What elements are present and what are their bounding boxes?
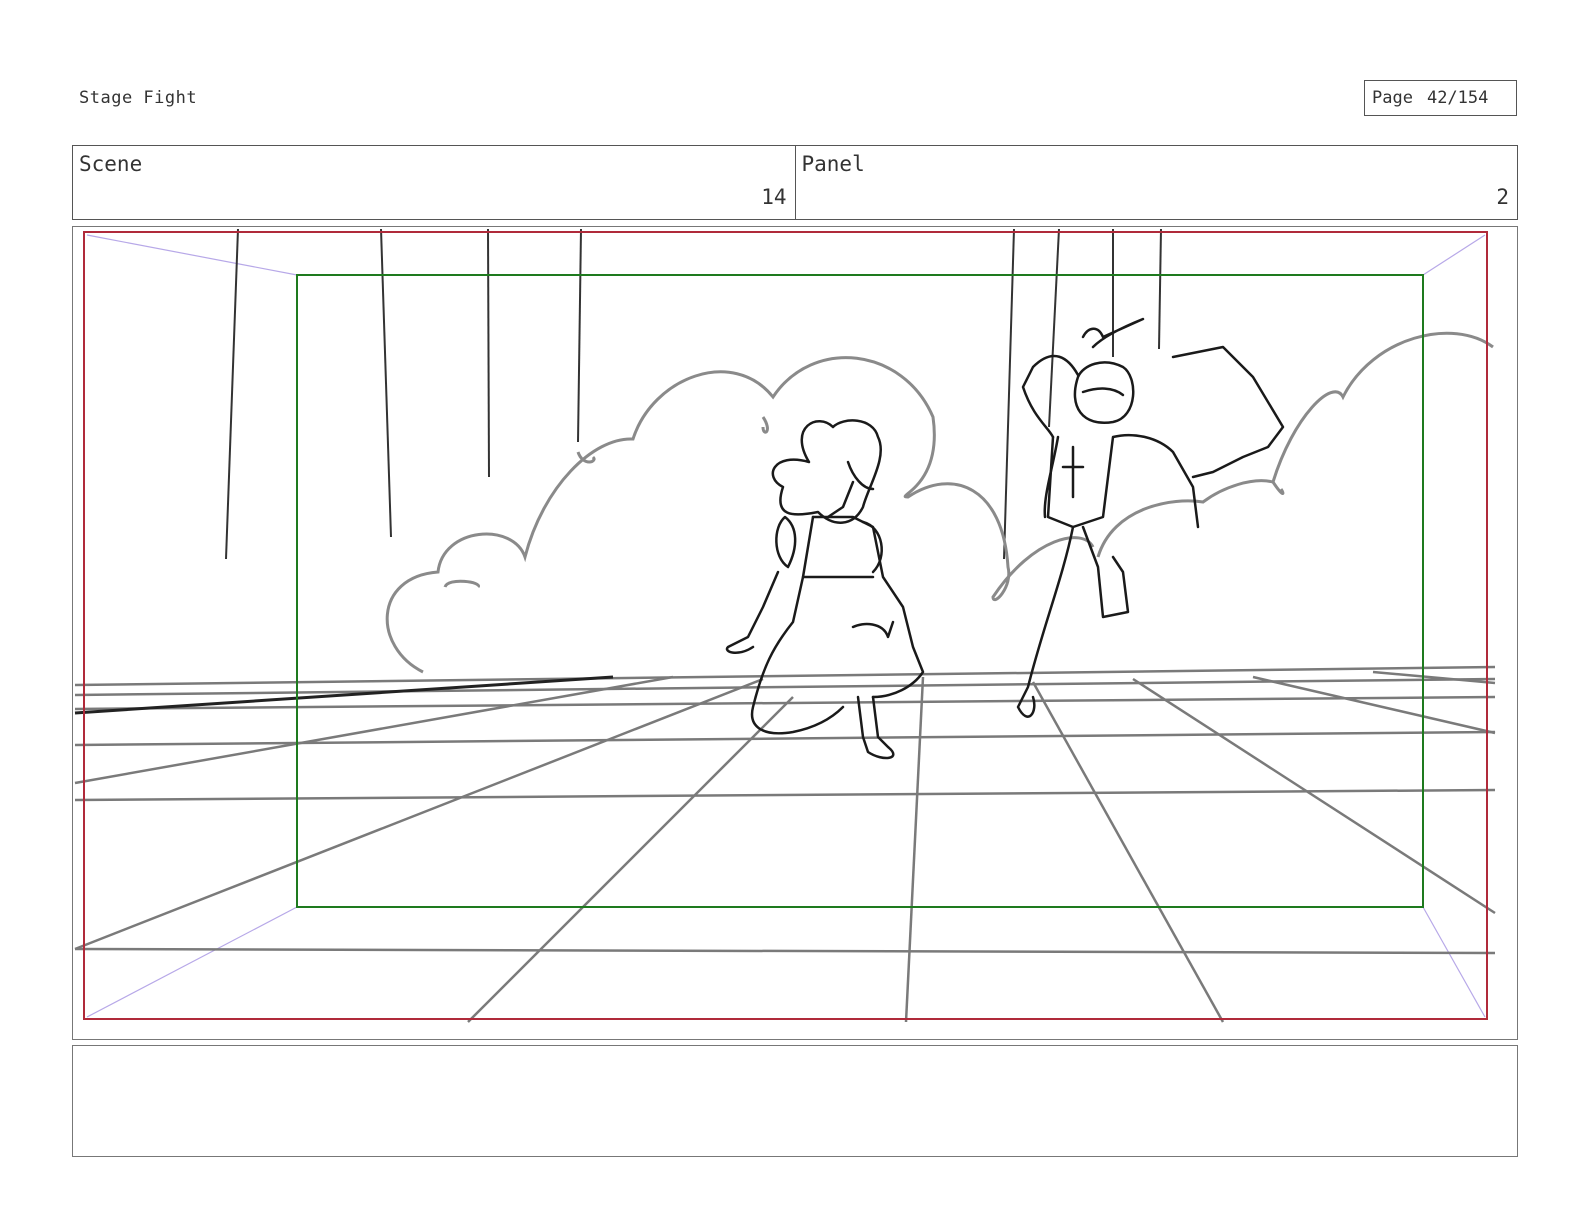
- panel-number: 2: [1496, 185, 1509, 209]
- scene-label: Scene: [79, 152, 143, 176]
- cloud-scenery: [385, 331, 1494, 674]
- page-indicator: Page 42/154: [1364, 80, 1517, 116]
- page-number: 42/154: [1426, 88, 1489, 108]
- swordsman-figure: [1016, 317, 1285, 718]
- kneeling-girl-figure: [725, 419, 925, 760]
- stage-floor-grid: [74, 665, 1496, 1023]
- frame-edge-rect: [83, 231, 1488, 1020]
- panel-notes-box[interactable]: [72, 1045, 1518, 1157]
- scene-cell: Scene 14: [73, 146, 795, 219]
- panel-cell: Panel 2: [794, 146, 1518, 219]
- storyboard-title: Stage Fight: [79, 88, 198, 108]
- safe-area-rect: [296, 274, 1424, 908]
- panel-label: Panel: [801, 152, 865, 176]
- scene-number: 14: [761, 185, 787, 209]
- hanging-ropes: [225, 228, 1162, 560]
- storyboard-panel-frame: [72, 226, 1518, 1040]
- panel-sketch: [74, 228, 1496, 1023]
- scene-panel-header: Scene 14 Panel 2: [72, 145, 1518, 220]
- page-label: Page: [1372, 88, 1413, 108]
